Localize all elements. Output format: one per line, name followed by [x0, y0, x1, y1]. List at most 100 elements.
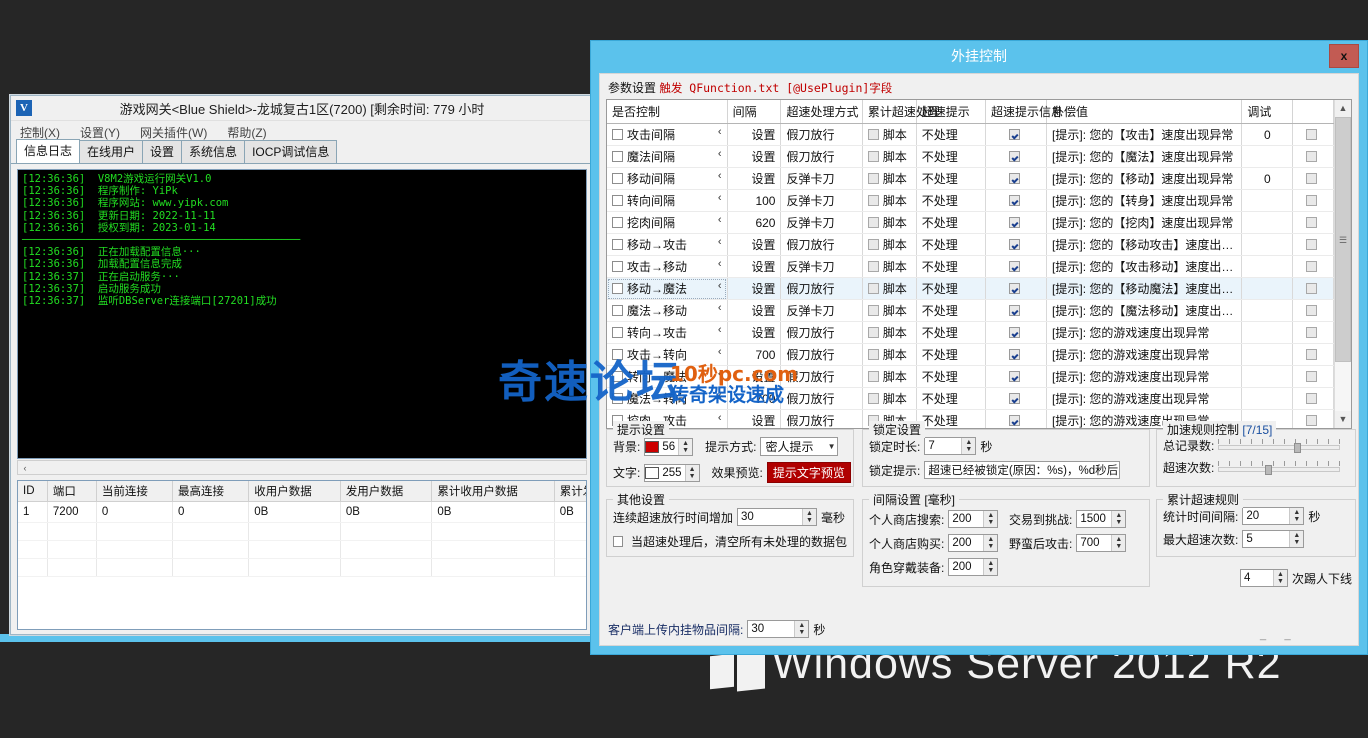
rule-mode-cell[interactable]: 反弹卡刀: [780, 189, 863, 212]
rule-enable-checkbox[interactable]: [612, 195, 623, 206]
stepper[interactable]: ▲ ▼: [1289, 531, 1304, 547]
rule-mode-cell[interactable]: 假刀放行: [780, 321, 863, 344]
rule-accum-cell[interactable]: 不处理: [916, 365, 986, 388]
rule-message-cell[interactable]: [提示]: 您的【魔法移动】速度出…: [1046, 299, 1243, 322]
chevron-left-icon[interactable]: ‹: [718, 390, 722, 402]
rule-debug-checkbox[interactable]: [1305, 282, 1317, 294]
rule-notify-checkbox[interactable]: [1008, 282, 1020, 294]
rule-interval-cell[interactable]: 设置: [727, 321, 782, 344]
equip-spinner[interactable]: 200 ▲ ▼: [948, 558, 999, 576]
scrollbar-thumb[interactable]: ☰: [1335, 117, 1351, 362]
rule-debug-checkbox[interactable]: [1305, 392, 1317, 404]
rule-debug-cell[interactable]: [1292, 255, 1334, 278]
rule-script-checkbox[interactable]: [867, 217, 879, 228]
chevron-left-icon[interactable]: ‹: [718, 192, 722, 204]
rule-interval-cell[interactable]: 设置: [727, 145, 782, 168]
stepper[interactable]: ▲ ▼: [1111, 535, 1126, 551]
rule-mode-cell[interactable]: 反弹卡刀: [780, 299, 863, 322]
rule-compensation-cell[interactable]: [1241, 233, 1294, 256]
rule-enable-checkbox[interactable]: [612, 371, 623, 382]
table-row[interactable]: 魔法→移动 ‹ 设置 反弹卡刀 脚本 不处理 [提示]: 您的【魔法移动】速度出…: [607, 299, 1334, 322]
rule-enable-checkbox[interactable]: [612, 305, 623, 316]
rule-debug-cell[interactable]: [1292, 189, 1334, 212]
rule-notify-checkbox[interactable]: [1008, 238, 1020, 250]
rule-mode-cell[interactable]: 假刀放行: [780, 343, 863, 366]
rule-accum-cell[interactable]: 不处理: [916, 321, 986, 344]
rule-interval-cell[interactable]: 设置: [727, 123, 782, 146]
rule-debug-checkbox[interactable]: [1305, 194, 1317, 206]
connection-col-header[interactable]: 收用户数据: [248, 481, 341, 502]
lock-duration-stepper[interactable]: ▲ ▼: [961, 438, 976, 454]
rule-notify-checkbox[interactable]: [1008, 128, 1020, 140]
stepper[interactable]: ▲ ▼: [1111, 511, 1126, 527]
chevron-left-icon[interactable]: ‹: [718, 236, 722, 248]
rule-debug-cell[interactable]: [1292, 409, 1334, 428]
hscroll-left-arrow-icon[interactable]: ‹: [18, 463, 32, 473]
rule-mode-cell[interactable]: 反弹卡刀: [780, 211, 863, 234]
stepper[interactable]: ▲ ▼: [794, 621, 809, 637]
rule-notify-cell[interactable]: [985, 189, 1048, 212]
rules-table-scrollarea[interactable]: 是否控制 间隔 超速处理方式 累计超速处理 超速提示 超速提示信息 补偿值 调试 攻击间隔 ‹ 设…: [607, 100, 1334, 428]
gateway-connection-grid[interactable]: ID端口当前连接最高连接收用户数据发用户数据累计收用户数据累计发用户数据服务器 …: [17, 480, 587, 630]
chevron-left-icon[interactable]: ‹: [718, 368, 722, 380]
rules-col-header[interactable]: 超速提示信息: [985, 100, 1063, 124]
rule-notify-cell[interactable]: [985, 299, 1048, 322]
rule-script-cell[interactable]: 脚本: [862, 189, 917, 212]
trade-duel-spinner[interactable]: 1500 ▲ ▼: [1076, 510, 1127, 528]
tab-info-log[interactable]: 信息日志: [16, 139, 81, 163]
rule-debug-cell[interactable]: [1292, 343, 1334, 366]
table-row[interactable]: 攻击间隔 ‹ 设置 假刀放行 脚本 不处理 [提示]: 您的【攻击】速度出现异常 0: [607, 123, 1334, 146]
chevron-left-icon[interactable]: ‹: [718, 258, 722, 270]
clear-packets-checkbox[interactable]: [613, 536, 623, 547]
rule-debug-cell[interactable]: [1292, 233, 1334, 256]
bg-color-stepper[interactable]: ▲ ▼: [678, 438, 693, 455]
rule-notify-cell[interactable]: [985, 365, 1048, 388]
rule-accum-cell[interactable]: 不处理: [916, 277, 986, 300]
rule-notify-checkbox[interactable]: [1008, 392, 1020, 404]
rules-col-header[interactable]: 补偿值: [1046, 100, 1243, 124]
connection-col-header[interactable]: 当前连接: [96, 481, 174, 502]
rules-col-header[interactable]: 调试: [1241, 100, 1294, 124]
chevron-left-icon[interactable]: ‹: [718, 302, 722, 314]
rule-notify-checkbox[interactable]: [1008, 260, 1020, 272]
rule-debug-cell[interactable]: [1292, 123, 1334, 146]
rule-message-cell[interactable]: [提示]: 您的【移动魔法】速度出…: [1046, 277, 1243, 300]
rule-accum-cell[interactable]: 不处理: [916, 233, 986, 256]
rule-message-cell[interactable]: [提示]: 您的【攻击移动】速度出…: [1046, 255, 1243, 278]
rule-name-cell[interactable]: 攻击→转向 ‹: [607, 343, 728, 366]
rule-message-cell[interactable]: [提示]: 您的游戏速度出现异常: [1046, 343, 1243, 366]
bg-color-spinner[interactable]: 56 ▲ ▼: [644, 437, 694, 456]
rule-notify-checkbox[interactable]: [1008, 216, 1020, 228]
rule-script-checkbox[interactable]: [867, 393, 879, 404]
rule-accum-cell[interactable]: 不处理: [916, 255, 986, 278]
dialog-titlebar[interactable]: 外挂控制 x: [591, 41, 1367, 71]
rule-notify-checkbox[interactable]: [1008, 194, 1020, 206]
stepper[interactable]: ▲ ▼: [1273, 570, 1287, 586]
rule-debug-checkbox[interactable]: [1305, 414, 1317, 426]
stat-interval-spinner[interactable]: 20 ▲ ▼: [1242, 507, 1305, 525]
rule-interval-cell[interactable]: 设置: [727, 409, 782, 428]
rule-name-cell[interactable]: 魔法间隔 ‹: [607, 145, 728, 168]
total-records-slider[interactable]: [1218, 438, 1341, 453]
rule-enable-checkbox[interactable]: [612, 393, 623, 404]
rule-script-checkbox[interactable]: [867, 151, 879, 162]
table-row[interactable]: 魔法间隔 ‹ 设置 假刀放行 脚本 不处理 [提示]: 您的【魔法】速度出现异常: [607, 145, 1334, 168]
rule-enable-checkbox[interactable]: [612, 217, 623, 228]
connection-col-header[interactable]: 发用户数据: [340, 481, 433, 502]
stepper[interactable]: ▲ ▼: [983, 511, 998, 527]
rule-mode-cell[interactable]: 假刀放行: [780, 387, 863, 410]
rule-enable-checkbox[interactable]: [612, 327, 623, 338]
rule-compensation-cell[interactable]: [1241, 321, 1294, 344]
rule-notify-checkbox[interactable]: [1008, 304, 1020, 316]
rule-script-checkbox[interactable]: [867, 327, 879, 338]
rules-col-header[interactable]: 间隔: [727, 100, 782, 124]
rule-message-cell[interactable]: [提示]: 您的【魔法】速度出现异常: [1046, 145, 1243, 168]
rule-mode-cell[interactable]: 反弹卡刀: [780, 167, 863, 190]
rule-message-cell[interactable]: [提示]: 您的【转身】速度出现异常: [1046, 189, 1243, 212]
rule-script-checkbox[interactable]: [867, 173, 879, 184]
scroll-down-arrow-icon[interactable]: ▼: [1335, 411, 1351, 428]
table-row[interactable]: 魔法→转向 ‹ 700 假刀放行 脚本 不处理 [提示]: 您的游戏速度出现异常: [607, 387, 1334, 410]
delay-spinner[interactable]: 30 ▲ ▼: [737, 508, 818, 526]
rules-col-header[interactable]: 是否控制: [607, 100, 728, 124]
rule-script-checkbox[interactable]: [867, 305, 879, 316]
